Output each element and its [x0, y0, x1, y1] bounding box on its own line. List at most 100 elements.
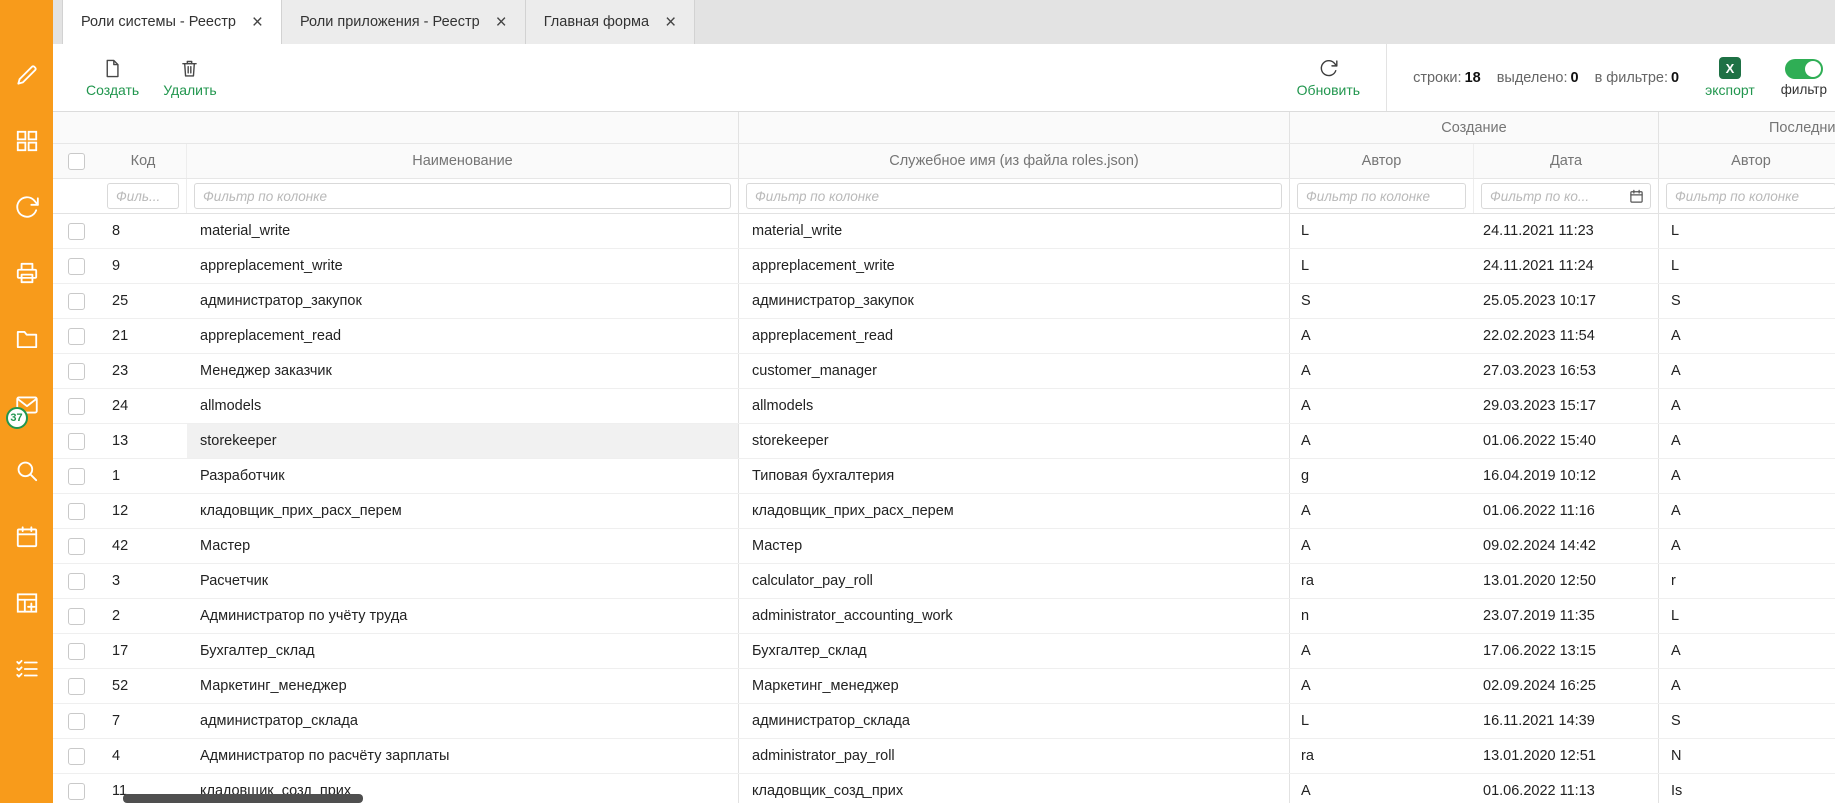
row-checkbox[interactable]	[68, 293, 85, 310]
table-row[interactable]: 4 Администратор по расчёту зарплаты admi…	[53, 739, 1835, 774]
table-row[interactable]: 9 appreplacement_write appreplacement_wr…	[53, 249, 1835, 284]
tab-main-form[interactable]: Главная форма ×	[526, 0, 695, 44]
filter-input-service-name[interactable]	[746, 183, 1282, 209]
tab-system-roles[interactable]: Роли системы - Реестр ×	[62, 0, 282, 44]
cell-code: 7	[100, 704, 187, 738]
column-header-created-date[interactable]: Дата	[1474, 144, 1659, 178]
table-row[interactable]: 21 appreplacement_read appreplacement_re…	[53, 319, 1835, 354]
row-checkbox[interactable]	[68, 433, 85, 450]
cell-code: 1	[100, 459, 187, 493]
trash-icon	[179, 58, 200, 79]
filter-toggle[interactable]	[1785, 59, 1823, 79]
cell-service-name: кладовщик_прих_расх_перем	[739, 494, 1290, 528]
cell-created-author: A	[1290, 669, 1474, 703]
cell-name: Мастер	[187, 529, 739, 563]
table-row[interactable]: 17 Бухгалтер_склад Бухгалтер_склад A 17.…	[53, 634, 1835, 669]
export-button[interactable]: X экспорт	[1705, 57, 1755, 98]
search-icon[interactable]	[14, 458, 40, 484]
row-checkbox[interactable]	[68, 258, 85, 275]
select-all-cell	[53, 144, 100, 178]
column-header-modified-author[interactable]: Автор	[1659, 144, 1835, 178]
table-row[interactable]: 1 Разработчик Типовая бухгалтерия g 16.0…	[53, 459, 1835, 494]
row-checkbox[interactable]	[68, 643, 85, 660]
row-checkbox-cell	[53, 249, 100, 283]
mail-icon[interactable]: 37	[14, 392, 40, 418]
row-checkbox-cell	[53, 634, 100, 668]
main-area: Роли системы - Реестр × Роли приложения …	[53, 0, 1835, 803]
cell-name: material_write	[187, 214, 739, 248]
cell-created-author: A	[1290, 319, 1474, 353]
column-header-code[interactable]: Код	[100, 144, 187, 178]
printer-icon[interactable]	[14, 260, 40, 286]
filter-input-modified-author[interactable]	[1666, 183, 1835, 209]
filter-input-created-date[interactable]	[1481, 183, 1651, 209]
table-row[interactable]: 2 Администратор по учёту труда administr…	[53, 599, 1835, 634]
stat-filtered: в фильтре:0	[1595, 70, 1680, 86]
row-checkbox-cell	[53, 354, 100, 388]
table-plus-icon[interactable]	[14, 590, 40, 616]
cell-modified-author: A	[1659, 529, 1835, 563]
modules-icon[interactable]	[14, 128, 40, 154]
column-header-name[interactable]: Наименование	[187, 144, 739, 178]
table-row[interactable]: 13 storekeeper storekeeper A 01.06.2022 …	[53, 424, 1835, 459]
table-row[interactable]: 8 material_write material_write L 24.11.…	[53, 214, 1835, 249]
row-checkbox[interactable]	[68, 573, 85, 590]
row-checkbox[interactable]	[68, 363, 85, 380]
create-button[interactable]: Создать	[86, 58, 139, 98]
tab-app-roles[interactable]: Роли приложения - Реестр ×	[282, 0, 526, 44]
cell-created-author: ra	[1290, 739, 1474, 773]
table-column-header: Код Наименование Служебное имя (из файла…	[53, 144, 1835, 179]
row-checkbox[interactable]	[68, 538, 85, 555]
cell-created-author: A	[1290, 494, 1474, 528]
group-header-last-modified: Последние	[1659, 112, 1835, 143]
table-row[interactable]: 23 Менеджер заказчик customer_manager A …	[53, 354, 1835, 389]
cell-code: 13	[100, 424, 187, 458]
sidebar: 37	[0, 0, 53, 803]
filter-input-code[interactable]	[107, 183, 179, 209]
row-checkbox[interactable]	[68, 783, 85, 800]
row-checkbox[interactable]	[68, 608, 85, 625]
pencil-icon[interactable]	[14, 62, 40, 88]
table-row[interactable]: 52 Маркетинг_менеджер Маркетинг_менеджер…	[53, 669, 1835, 704]
filter-input-name[interactable]	[194, 183, 731, 209]
row-checkbox[interactable]	[68, 468, 85, 485]
cell-service-name: administrator_accounting_work	[739, 599, 1290, 633]
checklist-icon[interactable]	[14, 656, 40, 682]
row-checkbox[interactable]	[68, 398, 85, 415]
excel-icon: X	[1719, 57, 1741, 79]
row-checkbox[interactable]	[68, 328, 85, 345]
calendar-icon[interactable]	[1629, 189, 1644, 204]
table-row[interactable]: 25 администратор_закупок администратор_з…	[53, 284, 1835, 319]
cell-modified-author: S	[1659, 284, 1835, 318]
cell-created-author: L	[1290, 214, 1474, 248]
table-row[interactable]: 12 кладовщик_прих_расх_перем кладовщик_п…	[53, 494, 1835, 529]
row-checkbox[interactable]	[68, 748, 85, 765]
filter-input-created-author[interactable]	[1297, 183, 1466, 209]
row-checkbox-cell	[53, 529, 100, 563]
row-checkbox-cell	[53, 214, 100, 248]
cell-created-author: A	[1290, 424, 1474, 458]
table-row[interactable]: 3 Расчетчик calculator_pay_roll ra 13.01…	[53, 564, 1835, 599]
cell-modified-author: N	[1659, 739, 1835, 773]
row-checkbox[interactable]	[68, 223, 85, 240]
close-icon[interactable]: ×	[252, 13, 263, 32]
refresh-button[interactable]: Обновить	[1297, 58, 1360, 98]
table-row[interactable]: 42 Мастер Мастер A 09.02.2024 14:42 A	[53, 529, 1835, 564]
calendar-icon[interactable]	[14, 524, 40, 550]
table-row[interactable]: 24 allmodels allmodels A 29.03.2023 15:1…	[53, 389, 1835, 424]
folder-icon[interactable]	[14, 326, 40, 352]
row-checkbox[interactable]	[68, 713, 85, 730]
row-checkbox[interactable]	[68, 503, 85, 520]
close-icon[interactable]: ×	[496, 13, 507, 32]
column-header-created-author[interactable]: Автор	[1290, 144, 1474, 178]
column-header-service-name[interactable]: Служебное имя (из файла roles.json)	[739, 144, 1290, 178]
row-checkbox[interactable]	[68, 678, 85, 695]
close-icon[interactable]: ×	[665, 13, 676, 32]
cell-name: администратор_склада	[187, 704, 739, 738]
sync-icon[interactable]	[14, 194, 40, 220]
table-row[interactable]: 7 администратор_склада администратор_скл…	[53, 704, 1835, 739]
delete-button[interactable]: Удалить	[163, 58, 216, 98]
select-all-checkbox[interactable]	[68, 153, 85, 170]
horizontal-scrollbar-thumb[interactable]	[123, 794, 363, 803]
row-checkbox-cell	[53, 389, 100, 423]
